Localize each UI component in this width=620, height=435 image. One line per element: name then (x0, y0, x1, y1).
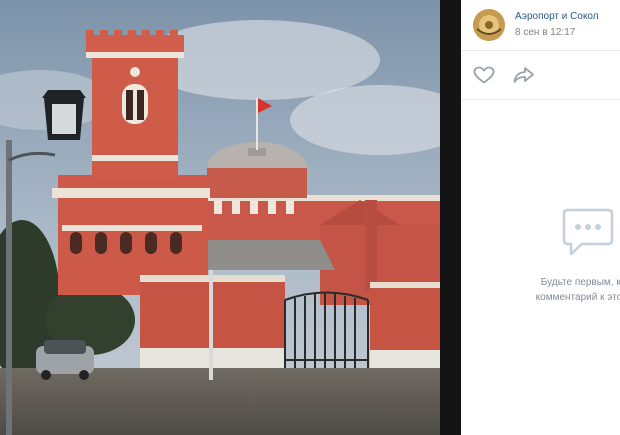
post-header: Аэропорт и Сокол 8 сен в 12:17 (461, 0, 620, 50)
post-photo[interactable] (0, 0, 440, 435)
empty-comments-line-2: комментарий к этой фо (535, 292, 620, 303)
panel-divider (440, 0, 461, 435)
heart-outline-icon[interactable] (473, 66, 495, 84)
post-date[interactable]: 8 сен в 12:17 (515, 27, 575, 38)
post-sidebar: Аэропорт и Сокол 8 сен в 12:17 Будьте пе… (461, 0, 620, 435)
comment-bubble-icon (562, 208, 614, 256)
author-name[interactable]: Аэропорт и Сокол (515, 11, 599, 22)
share-arrow-icon[interactable] (513, 66, 535, 84)
actions-divider (461, 99, 620, 100)
empty-comments-message: Будьте первым, кто о комментарий к этой … (505, 275, 620, 305)
avatar[interactable] (473, 9, 505, 41)
post-actions (461, 51, 620, 99)
empty-comments-line-1: Будьте первым, кто о (540, 277, 620, 288)
